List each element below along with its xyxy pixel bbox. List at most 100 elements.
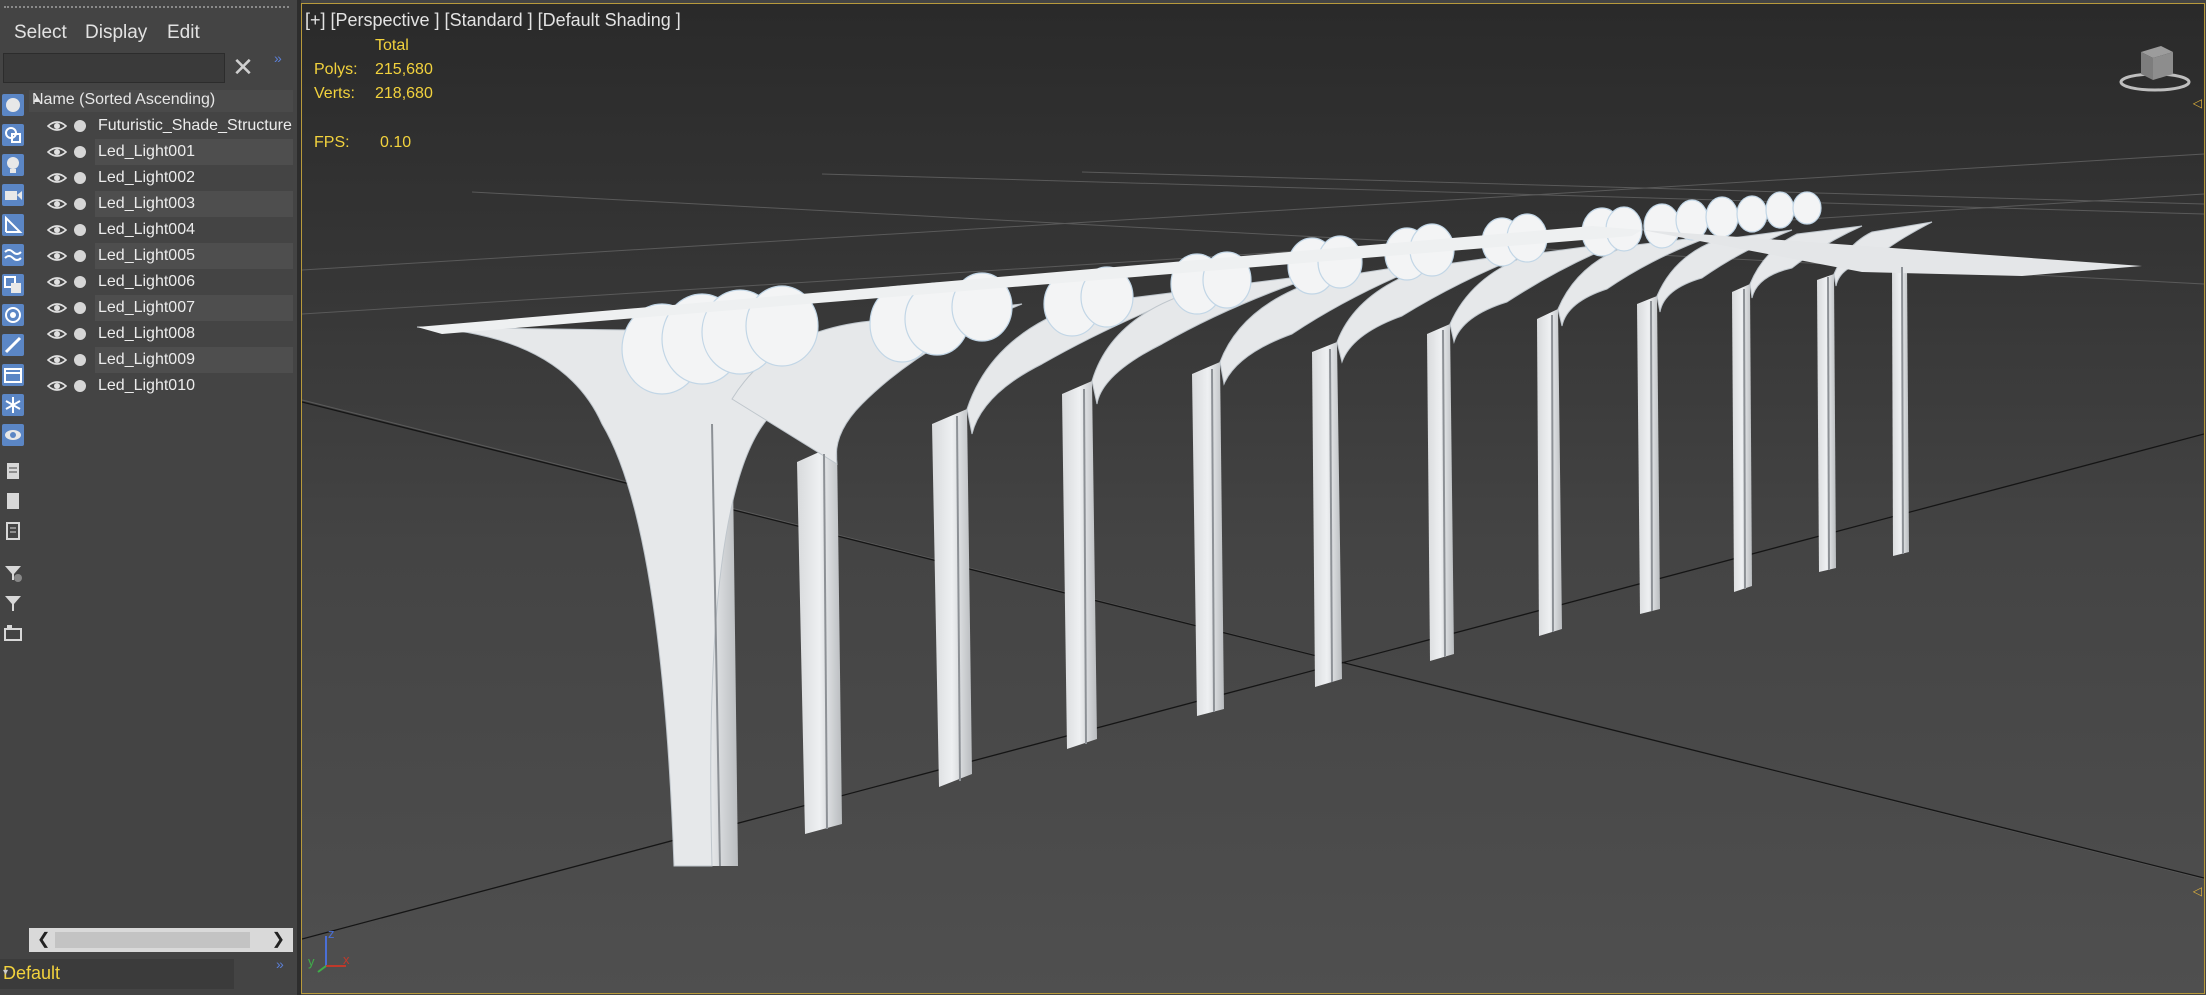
list-item-label: Led_Light010: [98, 377, 195, 394]
display-invert-icon[interactable]: [2, 520, 24, 542]
sort-ascending-icon: ▲: [32, 94, 41, 104]
eye-icon[interactable]: [47, 224, 67, 236]
eye-icon[interactable]: [47, 328, 67, 340]
list-item[interactable]: Led_Light007: [29, 295, 293, 321]
scene-object-list: Futuristic_Shade_Structure Led_Light001 Le…: [29, 113, 293, 399]
eye-icon[interactable]: [47, 198, 67, 210]
explorer-menubar: Select Display Edit: [0, 16, 290, 50]
render-dot-icon[interactable]: [74, 172, 86, 184]
panel-grip[interactable]: [4, 6, 289, 13]
ground-grid-main: [302, 401, 2204, 940]
render-dot-icon[interactable]: [74, 146, 86, 158]
expand-more-icon[interactable]: »: [276, 956, 284, 972]
axis-tripod-icon: z x y: [308, 926, 350, 973]
eye-icon[interactable]: [47, 172, 67, 184]
list-header[interactable]: Name (Sorted Ascending) ▲: [29, 90, 293, 112]
time-marker-icon: ◁: [2192, 96, 2202, 110]
display-none-icon[interactable]: [2, 490, 24, 512]
menu-edit[interactable]: Edit: [167, 22, 200, 44]
explorer-toolstrip: [0, 90, 26, 660]
axis-z-label: z: [328, 926, 335, 941]
search-input[interactable]: [3, 53, 225, 83]
list-item-label: Led_Light009: [95, 347, 293, 373]
display-geometry-icon[interactable]: [2, 94, 24, 116]
stats-verts-value: 218,680: [375, 85, 433, 102]
display-hidden-icon[interactable]: [2, 424, 24, 446]
display-frozen-icon[interactable]: [2, 394, 24, 416]
list-item-label: Led_Light006: [98, 273, 195, 290]
list-item[interactable]: Led_Light006: [29, 269, 293, 295]
list-item[interactable]: Led_Light002: [29, 165, 293, 191]
list-item-label: Led_Light001: [95, 139, 293, 165]
axis-x-label: x: [343, 952, 350, 967]
display-xrefs-icon[interactable]: [2, 304, 24, 326]
filter-icon[interactable]: [2, 592, 24, 614]
list-item-label: Led_Light007: [95, 295, 293, 321]
render-dot-icon[interactable]: [74, 224, 86, 236]
filter-settings-icon[interactable]: [2, 562, 24, 584]
list-item-label: Futuristic_Shade_Structure: [98, 117, 292, 134]
list-item-label: Led_Light004: [98, 221, 195, 238]
list-item-label: Led_Light005: [95, 243, 293, 269]
scroll-left-icon[interactable]: ❮: [37, 929, 50, 949]
close-icon[interactable]: ✕: [232, 53, 254, 81]
viewcube-icon[interactable]: [2115, 42, 2195, 92]
stats-verts-label: Verts:: [314, 85, 355, 102]
axis-y-label: y: [308, 954, 315, 969]
list-item[interactable]: Led_Light005: [29, 243, 293, 269]
perspective-viewport[interactable]: [+] [Perspective ] [Standard ] [Default …: [301, 3, 2205, 994]
stats-fps-label: FPS:: [314, 134, 350, 151]
viewport-label-menu[interactable]: [+] [Perspective ] [Standard ] [Default …: [305, 10, 681, 31]
display-bones-icon[interactable]: [2, 334, 24, 356]
render-dot-icon[interactable]: [74, 354, 86, 366]
render-dot-icon[interactable]: [74, 198, 86, 210]
layer-explorer-icon[interactable]: [2, 622, 24, 644]
display-spacewarps-icon[interactable]: [2, 244, 24, 266]
horizontal-scrollbar[interactable]: ❮ ❯: [29, 928, 293, 952]
stats-fps-value: 0.10: [380, 134, 412, 151]
time-marker-icon: ◁: [2192, 884, 2202, 898]
scroll-right-icon[interactable]: ❯: [272, 929, 285, 949]
render-dot-icon[interactable]: [74, 276, 86, 288]
eye-icon[interactable]: [47, 250, 67, 262]
render-dot-icon[interactable]: [74, 380, 86, 392]
eye-icon[interactable]: [47, 146, 67, 158]
display-containers-icon[interactable]: [2, 364, 24, 386]
scene-render: [302, 153, 2204, 940]
chevron-down-icon: ▾: [3, 967, 9, 978]
expand-more-icon[interactable]: »: [274, 50, 282, 66]
scene-explorer: Select Display Edit ✕ » Name (Sorted Asc…: [0, 0, 297, 995]
render-dot-icon[interactable]: [74, 120, 86, 132]
menu-select[interactable]: Select: [14, 22, 67, 44]
stats-polys-label: Polys:: [314, 61, 358, 78]
eye-icon[interactable]: [47, 302, 67, 314]
eye-icon[interactable]: [47, 354, 67, 366]
display-lights-icon[interactable]: [2, 154, 24, 176]
list-item[interactable]: Led_Light008: [29, 321, 293, 347]
list-item[interactable]: Led_Light001: [29, 139, 293, 165]
list-item[interactable]: Led_Light010: [29, 373, 293, 399]
render-dot-icon[interactable]: [74, 250, 86, 262]
display-helpers-icon[interactable]: [2, 214, 24, 236]
list-item[interactable]: Led_Light003: [29, 191, 293, 217]
display-groups-icon[interactable]: [2, 274, 24, 296]
roof-slab: [417, 226, 2142, 334]
stats-polys-value: 215,680: [375, 61, 433, 78]
stats-total-label: Total: [375, 37, 409, 54]
eye-icon[interactable]: [47, 276, 67, 288]
current-layer-dropdown[interactable]: Default ▾: [0, 959, 234, 989]
list-item-label: Led_Light002: [98, 169, 195, 186]
render-dot-icon[interactable]: [74, 328, 86, 340]
eye-icon[interactable]: [47, 120, 67, 132]
scrollbar-thumb[interactable]: [55, 932, 250, 948]
eye-icon[interactable]: [47, 380, 67, 392]
display-shapes-icon[interactable]: [2, 124, 24, 146]
list-item[interactable]: Led_Light004: [29, 217, 293, 243]
menu-display[interactable]: Display: [85, 22, 147, 44]
display-all-icon[interactable]: [2, 460, 24, 482]
render-dot-icon[interactable]: [74, 302, 86, 314]
list-item-label: Led_Light003: [95, 191, 293, 217]
list-item[interactable]: Futuristic_Shade_Structure: [29, 113, 293, 139]
display-cameras-icon[interactable]: [2, 184, 24, 206]
list-item[interactable]: Led_Light009: [29, 347, 293, 373]
